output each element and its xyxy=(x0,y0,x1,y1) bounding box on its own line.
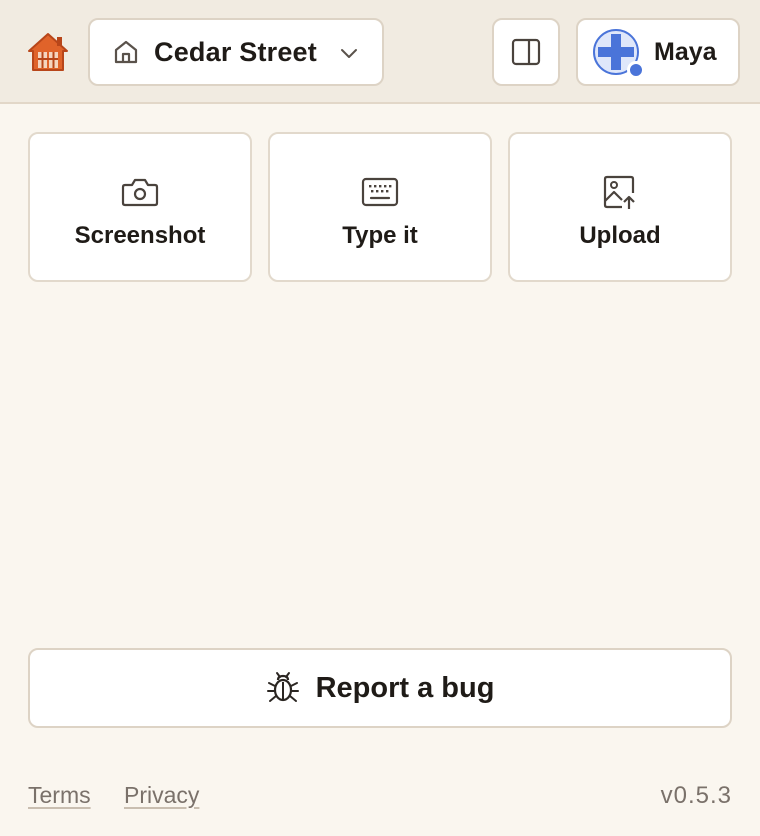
avatar xyxy=(592,28,645,79)
bug-icon xyxy=(266,671,300,705)
toggle-sidebar-button[interactable] xyxy=(492,18,560,86)
upload-action-card[interactable]: Upload xyxy=(508,132,732,282)
type-it-action-card[interactable]: Type it xyxy=(268,132,492,282)
user-name: Maya xyxy=(654,37,717,66)
type-it-label: Type it xyxy=(342,222,418,249)
home-selector-label: Cedar Street xyxy=(154,36,317,67)
screenshot-action-card[interactable]: Screenshot xyxy=(28,132,252,282)
report-bug-button[interactable]: Report a bug xyxy=(28,648,732,728)
house-logo-icon xyxy=(27,32,69,72)
sidebar-panel-icon xyxy=(511,38,541,66)
image-upload-icon xyxy=(600,174,640,210)
chevron-down-icon xyxy=(338,42,360,64)
online-status-dot xyxy=(627,61,645,79)
keyboard-icon xyxy=(360,174,400,210)
top-bar: Cedar Street Maya xyxy=(0,0,760,104)
home-selector[interactable]: Cedar Street xyxy=(88,18,384,86)
report-bug-label: Report a bug xyxy=(315,671,495,704)
home-icon xyxy=(112,38,140,66)
user-menu-button[interactable]: Maya xyxy=(576,18,740,86)
version-label: v0.5.3 xyxy=(660,782,732,809)
upload-label: Upload xyxy=(579,222,661,249)
terms-link[interactable]: Terms xyxy=(28,782,91,809)
camera-icon xyxy=(120,174,160,210)
screenshot-label: Screenshot xyxy=(74,222,206,249)
privacy-link[interactable]: Privacy xyxy=(124,782,199,809)
